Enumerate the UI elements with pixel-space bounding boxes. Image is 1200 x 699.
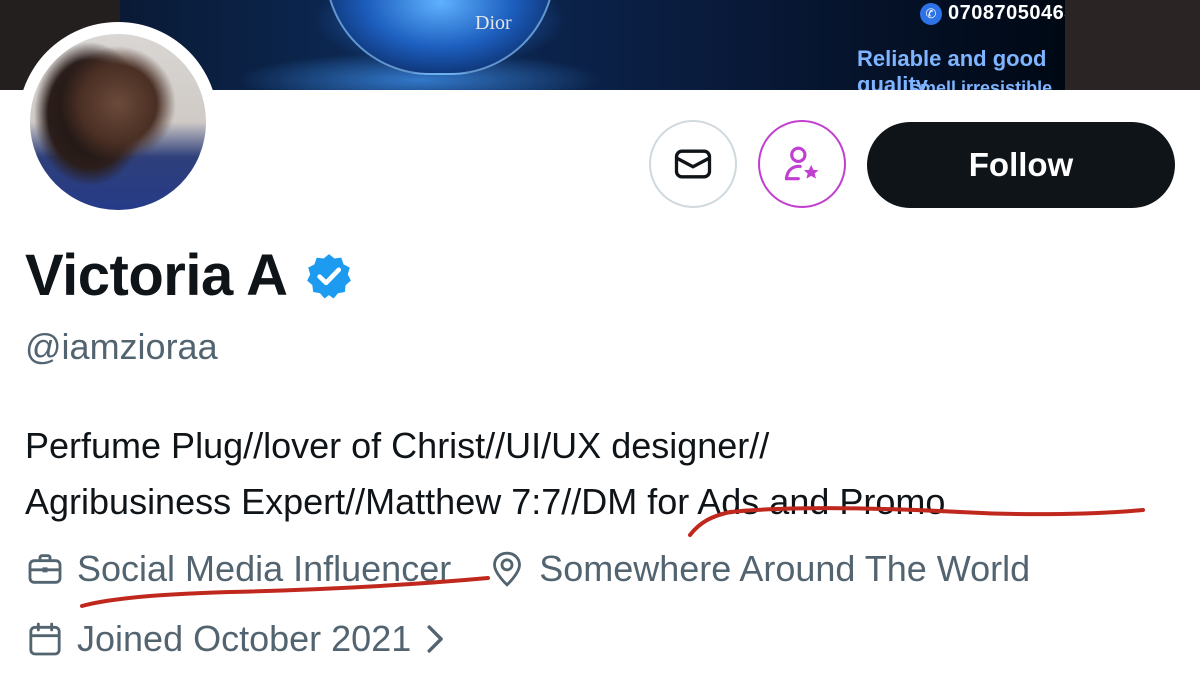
banner-image: Dior ✆ 07087050463 Reliable and good qua… [120, 0, 1075, 90]
joined-text: Joined October 2021 [77, 618, 412, 659]
user-handle: @iamzioraa [25, 326, 218, 367]
category-text: Social Media Influencer [77, 548, 452, 589]
banner-phone-row: ✆ 07087050463 [920, 2, 1076, 25]
message-button[interactable] [649, 120, 737, 208]
display-name: Victoria A [25, 243, 288, 308]
follow-button[interactable]: Follow [867, 122, 1175, 208]
banner-tagline-cut: smell irresistible [910, 78, 1053, 90]
joined-item[interactable]: Joined October 2021 [25, 618, 411, 660]
category-item: Social Media Influencer [25, 548, 451, 590]
calendar-icon [29, 622, 61, 656]
user-star-icon [784, 146, 819, 181]
profile-bio: Perfume Plug//lover of Christ//UI/UX des… [25, 418, 1185, 530]
briefcase-icon [28, 554, 62, 584]
profile-meta-row: Social Media Influencer Somewhere Around… [25, 548, 1030, 590]
location-pin-icon [493, 551, 522, 587]
avatar[interactable] [30, 34, 206, 210]
whatsapp-icon: ✆ [920, 2, 942, 25]
bio-line-1: Perfume Plug//lover of Christ//UI/UX des… [25, 425, 770, 466]
perfume-bottle-graphic [325, 0, 555, 75]
bio-line-2: Agribusiness Expert//Matthew 7:7//DM for… [25, 481, 946, 522]
joined-row[interactable]: Joined October 2021 [25, 618, 447, 660]
envelope-icon [674, 149, 712, 179]
verified-badge-icon [306, 253, 351, 298]
location-item: Somewhere Around The World [487, 548, 1030, 590]
subscribe-button[interactable] [758, 120, 846, 208]
chevron-right-icon[interactable] [425, 622, 447, 656]
name-row: Victoria A [25, 242, 354, 309]
banner-phone-number: 07087050463 [948, 2, 1076, 24]
banner-brand-text: Dior [475, 12, 512, 34]
banner-edge-right [1065, 0, 1200, 90]
location-text: Somewhere Around The World [539, 548, 1031, 589]
